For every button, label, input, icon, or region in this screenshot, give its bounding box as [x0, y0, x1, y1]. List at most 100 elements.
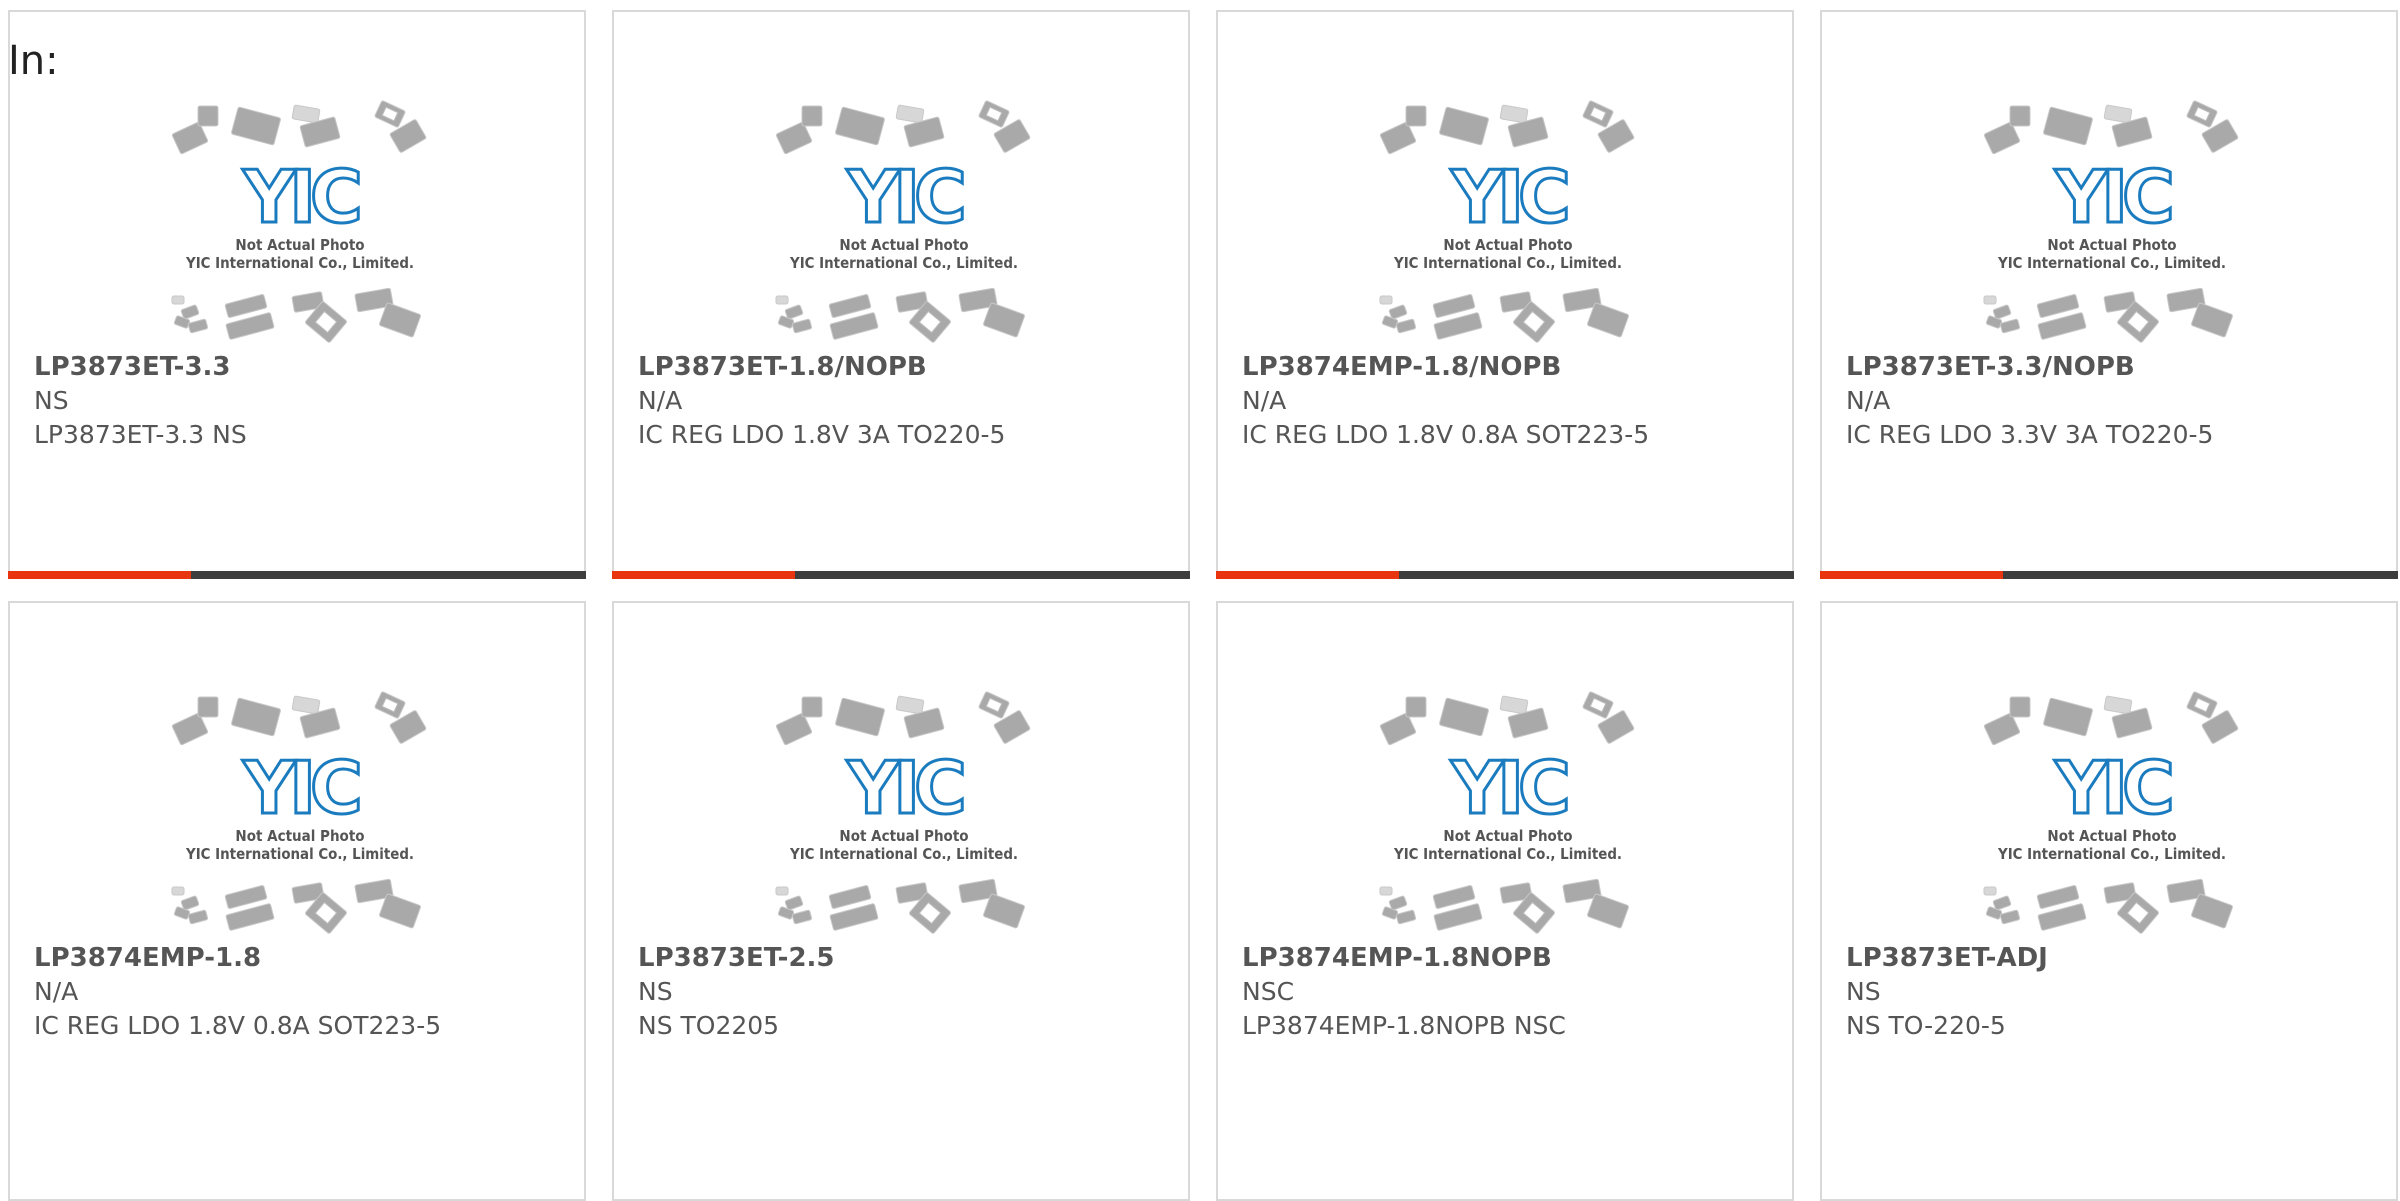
chip-icon: [197, 105, 219, 127]
product-placeholder-image: YICNot Actual PhotoYIC International Co.…: [1983, 100, 2239, 343]
chip-cluster-bottom: [1983, 287, 2233, 343]
product-placeholder-image: YICNot Actual PhotoYIC International Co.…: [775, 691, 1031, 934]
product-placeholder-image: YICNot Actual PhotoYIC International Co.…: [1379, 691, 1635, 934]
product-placeholder-image: YICNot Actual PhotoYIC International Co.…: [1983, 691, 2239, 934]
part-number[interactable]: LP3873ET-3.3: [34, 350, 564, 384]
part-number[interactable]: LP3874EMP-1.8: [34, 941, 564, 975]
chip-icon: [983, 893, 1025, 929]
chip-icon: [291, 104, 321, 124]
yic-logo: YIC: [846, 155, 963, 239]
chip-icon: [1587, 302, 1629, 338]
description: LP3874EMP-1.8NOPB NSC: [1242, 1011, 1566, 1040]
chip-icon: [791, 318, 813, 334]
product-card[interactable]: YIC Not Actual Photo YIC International Co.…: [1216, 601, 1794, 1201]
chip-icon: [2043, 106, 2093, 146]
description: NS TO2205: [638, 1011, 780, 1040]
chip-icon: [1395, 909, 1417, 925]
chip-cluster-top: [1983, 100, 2239, 155]
product-card[interactable]: YIC Not Actual Photo YIC International Co.…: [8, 10, 586, 579]
manufacturer: NSC: [1242, 977, 1295, 1006]
product-card[interactable]: YIC Not Actual Photo YIC International Co.…: [1820, 10, 2398, 579]
chip-icon: [784, 304, 804, 320]
part-number[interactable]: LP3873ET-ADJ: [1846, 941, 2376, 975]
chip-icon: [1983, 295, 1997, 305]
chip-icon: [1582, 100, 1614, 128]
yic-logo: YIC: [846, 746, 963, 830]
chip-icon: [1439, 106, 1489, 146]
chip-cluster-top: [171, 691, 427, 746]
yic-logo: YIC: [1450, 746, 1567, 830]
manufacturer: N/A: [1846, 386, 1891, 415]
chip-icon: [1983, 886, 1997, 896]
chip-icon: [2009, 105, 2031, 127]
chip-icon: [895, 104, 925, 124]
description: IC REG LDO 3.3V 3A TO220-5: [1846, 420, 2214, 449]
chip-icon: [775, 295, 789, 305]
manufacturer: N/A: [1242, 386, 1287, 415]
chip-icon: [1388, 304, 1408, 320]
chip-cluster-bottom: [171, 287, 421, 343]
chip-icon: [775, 121, 813, 155]
chip-icon: [1983, 121, 2021, 155]
part-number[interactable]: LP3874EMP-1.8/NOPB: [1242, 350, 1772, 384]
chip-cluster-bottom: [775, 878, 1025, 934]
part-number[interactable]: LP3873ET-2.5: [638, 941, 1168, 975]
chip-icon: [187, 909, 209, 925]
product-card[interactable]: YIC Not Actual Photo YIC International Co.…: [612, 10, 1190, 579]
company-name-label: YIC International Co., Limited.: [1393, 254, 1622, 272]
not-actual-photo-label: Not Actual Photo: [839, 236, 968, 254]
chip-icon: [801, 105, 823, 127]
card-progress-bar: [1820, 571, 2398, 579]
part-number[interactable]: LP3873ET-1.8/NOPB: [638, 350, 1168, 384]
chip-icon: [2186, 691, 2218, 719]
chip-cluster-top: [171, 100, 427, 155]
not-actual-photo-label: Not Actual Photo: [235, 827, 364, 845]
not-actual-photo-label: Not Actual Photo: [2047, 236, 2176, 254]
not-actual-photo-label: Not Actual Photo: [839, 827, 968, 845]
chip-cluster-top: [1983, 691, 2239, 746]
card-progress-bar: [612, 571, 1190, 579]
chip-icon: [171, 886, 185, 896]
chip-icon: [171, 295, 185, 305]
chip-icon: [2191, 302, 2233, 338]
chip-icon: [1499, 104, 1529, 124]
product-card[interactable]: YIC Not Actual Photo YIC International Co.…: [8, 601, 586, 1201]
card-bar-accent: [8, 571, 191, 579]
chip-icon: [171, 121, 209, 155]
chip-icon: [978, 691, 1010, 719]
in-prefix-label: In:: [8, 38, 59, 84]
chip-icon: [2043, 697, 2093, 737]
product-card[interactable]: YIC Not Actual Photo YIC International Co.…: [1216, 10, 1794, 579]
chip-cluster-bottom: [1983, 878, 2233, 934]
chip-icon: [835, 697, 885, 737]
part-number[interactable]: LP3873ET-3.3/NOPB: [1846, 350, 2376, 384]
product-card[interactable]: YIC Not Actual Photo YIC International Co.…: [612, 601, 1190, 1201]
chip-icon: [1405, 105, 1427, 127]
chip-icon: [1379, 121, 1417, 155]
yic-logo: YIC: [242, 746, 359, 830]
chip-icon: [1388, 895, 1408, 911]
chip-icon: [2103, 104, 2133, 124]
chip-cluster-bottom: [775, 287, 1025, 343]
company-name-label: YIC International Co., Limited.: [1997, 254, 2226, 272]
chip-icon: [2186, 100, 2218, 128]
chip-icon: [1379, 886, 1393, 896]
chip-icon: [374, 100, 406, 128]
chip-icon: [291, 695, 321, 715]
description: NS TO-220-5: [1846, 1011, 2006, 1040]
card-bar-accent: [612, 571, 795, 579]
company-name-label: YIC International Co., Limited.: [1997, 845, 2226, 863]
chip-icon: [379, 893, 421, 929]
chip-cluster-top: [775, 100, 1031, 155]
chip-cluster-bottom: [171, 878, 421, 934]
part-number[interactable]: LP3874EMP-1.8NOPB: [1242, 941, 1772, 975]
chip-cluster-bottom: [1379, 287, 1629, 343]
company-name-label: YIC International Co., Limited.: [185, 845, 414, 863]
not-actual-photo-label: Not Actual Photo: [1443, 236, 1572, 254]
yic-logo: YIC: [2054, 155, 2171, 239]
product-card[interactable]: YIC Not Actual Photo YIC International Co.…: [1820, 601, 2398, 1201]
chip-icon: [180, 895, 200, 911]
product-placeholder-image: YICNot Actual PhotoYIC International Co.…: [171, 100, 427, 343]
chip-icon: [1999, 318, 2021, 334]
chip-icon: [1439, 697, 1489, 737]
